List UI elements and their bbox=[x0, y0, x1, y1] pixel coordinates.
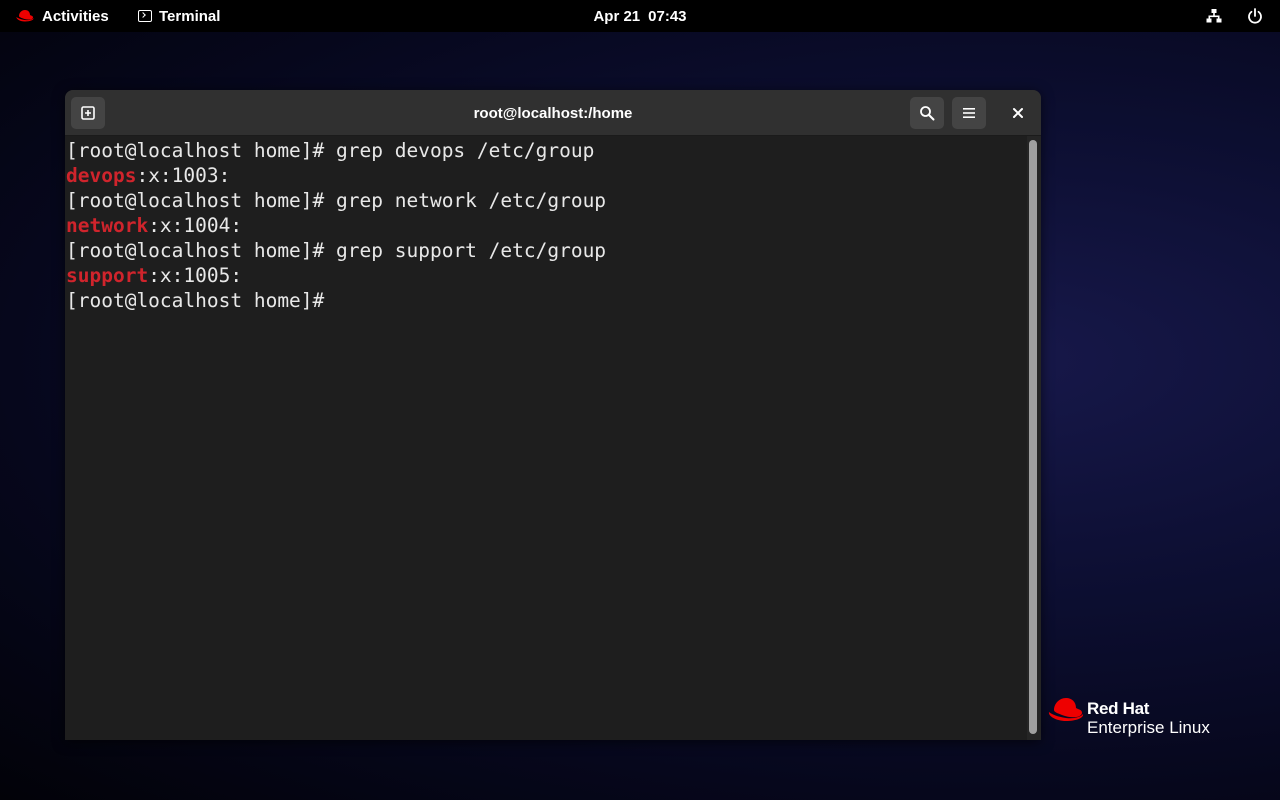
grep-result: :x:1003: bbox=[136, 164, 231, 187]
close-icon bbox=[1013, 108, 1023, 118]
terminal-line: [root@localhost home]# grep support /etc… bbox=[65, 238, 1027, 263]
terminal-line: [root@localhost home]# bbox=[65, 288, 1027, 313]
clock-date: Apr 21 bbox=[593, 7, 641, 25]
window-headerbar[interactable]: root@localhost:/home bbox=[65, 90, 1041, 136]
terminal-line: network:x:1004: bbox=[65, 213, 1027, 238]
shell-prompt: [root@localhost home]# bbox=[66, 189, 337, 212]
shell-prompt: [root@localhost home]# bbox=[66, 239, 337, 262]
shell-prompt: [root@localhost home]# bbox=[66, 139, 337, 162]
grep-match: devops bbox=[66, 164, 137, 187]
scrollbar-thumb[interactable] bbox=[1029, 140, 1037, 734]
shell-prompt: [root@localhost home]# bbox=[66, 289, 337, 312]
terminal-line: [root@localhost home]# grep network /etc… bbox=[65, 188, 1027, 213]
clock[interactable]: Apr 21 07:43 bbox=[0, 0, 1280, 32]
hamburger-menu-icon bbox=[963, 108, 975, 118]
network-status-button[interactable] bbox=[1205, 0, 1223, 32]
power-menu-button[interactable] bbox=[1246, 0, 1264, 32]
brand-product: Enterprise Linux bbox=[1087, 718, 1210, 737]
redhat-branding: Red Hat Enterprise Linux bbox=[1048, 696, 1238, 740]
terminal-window: root@localhost:/home [root@localhost hom… bbox=[65, 90, 1041, 740]
grep-result: :x:1005: bbox=[148, 264, 243, 287]
search-button[interactable] bbox=[910, 97, 944, 129]
network-icon bbox=[1206, 9, 1222, 23]
new-tab-icon bbox=[81, 106, 95, 120]
clock-time: 07:43 bbox=[648, 7, 687, 25]
grep-match: network bbox=[66, 214, 149, 237]
search-icon bbox=[920, 106, 935, 121]
shell-command: grep devops /etc/group bbox=[336, 139, 595, 162]
main-menu-button[interactable] bbox=[952, 97, 986, 129]
window-title: root@localhost:/home bbox=[473, 104, 633, 122]
terminal-line: [root@localhost home]# grep devops /etc/… bbox=[65, 138, 1027, 163]
close-window-button[interactable] bbox=[1001, 97, 1035, 129]
shell-command: grep network /etc/group bbox=[336, 189, 607, 212]
brand-name: Red Hat bbox=[1087, 699, 1150, 718]
new-tab-button[interactable] bbox=[71, 97, 105, 129]
shell-command: grep support /etc/group bbox=[336, 239, 607, 262]
redhat-logo-icon bbox=[1048, 698, 1084, 721]
terminal-line: support:x:1005: bbox=[65, 263, 1027, 288]
top-bar: Activities Terminal Apr 21 07:43 bbox=[0, 0, 1280, 32]
power-icon bbox=[1248, 8, 1262, 24]
terminal-output[interactable]: [root@localhost home]# grep devops /etc/… bbox=[65, 136, 1027, 740]
grep-result: :x:1004: bbox=[148, 214, 243, 237]
terminal-line: devops:x:1003: bbox=[65, 163, 1027, 188]
grep-match: support bbox=[66, 264, 149, 287]
